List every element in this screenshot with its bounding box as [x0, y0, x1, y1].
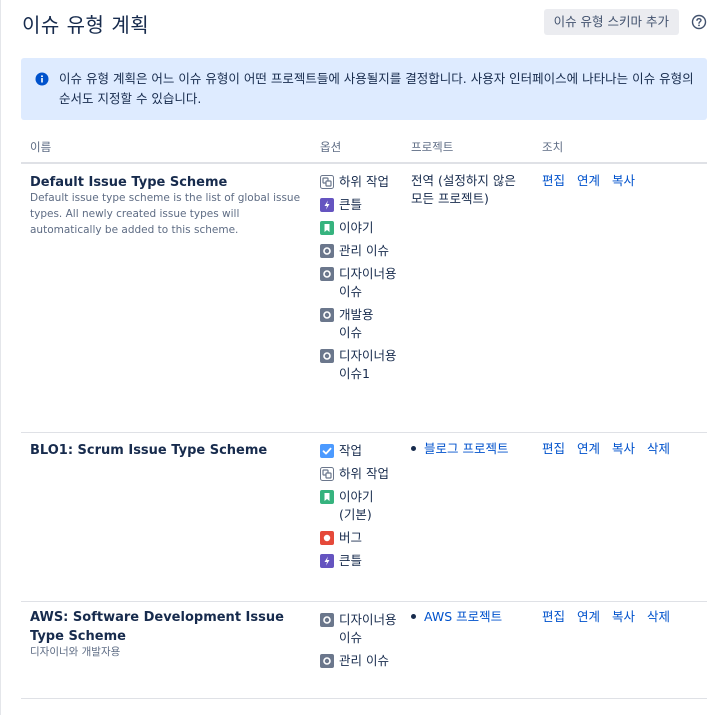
issue-type-icon [320, 244, 334, 258]
issue-type-icon [320, 613, 334, 627]
issue-type-icon [320, 349, 334, 363]
options-list: 하위 작업 큰틀 이야기 관리 이슈 디자이너용 이슈 개발용 이슈 디자이너용… [320, 173, 400, 388]
delete-link[interactable]: 삭제 [647, 609, 670, 624]
subtask-icon [320, 175, 334, 189]
option-item: 디자이너용 이슈 [320, 265, 400, 301]
option-item: 이야기 (기본) [320, 488, 400, 524]
table-row: AWS: Software Development Issue Type Sch… [21, 602, 707, 699]
column-header-projects: 프로젝트 [411, 140, 454, 154]
edit-link[interactable]: 편집 [542, 441, 565, 456]
row-actions: 편집 연계 복사 [542, 172, 647, 190]
column-header-actions: 조치 [542, 140, 564, 154]
options-list: 디자이너용 이슈 관리 이슈 [320, 611, 400, 675]
issue-type-icon [320, 654, 334, 668]
delete-link[interactable]: 삭제 [647, 441, 670, 456]
column-header-options: 옵션 [320, 140, 342, 154]
project-link[interactable]: 블로그 프로젝트 [411, 440, 508, 458]
project-link[interactable]: AWS 프로젝트 [411, 608, 502, 626]
project-scope: 전역 (설정하지 않은 모든 프로젝트) [411, 173, 516, 206]
info-banner: 이슈 유형 계획은 어느 이슈 유형이 어떤 프로젝트들에 사용될지를 결정합니… [21, 58, 707, 120]
table-row: Default Issue Type Scheme Default issue … [21, 164, 707, 433]
column-header-name: 이름 [30, 140, 52, 154]
associate-link[interactable]: 연계 [577, 173, 600, 188]
info-icon [35, 72, 49, 86]
option-item: 관리 이슈 [320, 242, 400, 260]
option-item: 관리 이슈 [320, 652, 400, 670]
epic-icon [320, 554, 334, 568]
scheme-description: 디자이너와 개발자용 [30, 646, 121, 658]
bullet [411, 446, 416, 451]
scheme-description: Default issue type scheme is the list of… [30, 192, 301, 236]
story-icon [320, 490, 334, 504]
options-list: 작업 하위 작업 이야기 (기본) 버그 큰틀 [320, 442, 400, 575]
option-item: 디자이너용 이슈 [320, 611, 400, 647]
issue-type-schemes-table: 이름 옵션 프로젝트 조치 Default Issue Type Scheme … [21, 131, 707, 699]
option-item: 개발용 이슈 [320, 306, 400, 342]
table-header: 이름 옵션 프로젝트 조치 [21, 131, 707, 164]
info-text: 이슈 유형 계획은 어느 이슈 유형이 어떤 프로젝트들에 사용될지를 결정합니… [59, 71, 694, 106]
scheme-name: BLO1: Scrum Issue Type Scheme [30, 443, 268, 458]
associate-link[interactable]: 연계 [577, 441, 600, 456]
option-item: 큰틀 [320, 196, 400, 214]
bug-icon [320, 531, 334, 545]
table-row: BLO1: Scrum Issue Type Scheme 작업 하위 작업 이… [21, 433, 707, 602]
option-item: 큰틀 [320, 552, 400, 570]
option-item: 하위 작업 [320, 173, 400, 191]
option-item: 하위 작업 [320, 465, 400, 483]
issue-type-icon [320, 308, 334, 322]
copy-link[interactable]: 복사 [612, 441, 635, 456]
add-issue-type-scheme-button[interactable]: 이슈 유형 스키마 추가 [543, 9, 679, 35]
page-title: 이슈 유형 계획 [22, 13, 150, 37]
task-icon [320, 444, 334, 458]
copy-link[interactable]: 복사 [612, 173, 635, 188]
row-actions: 편집 연계 복사 삭제 [542, 608, 682, 626]
left-border [0, 0, 1, 715]
edit-link[interactable]: 편집 [542, 609, 565, 624]
edit-link[interactable]: 편집 [542, 173, 565, 188]
issue-type-icon [320, 267, 334, 281]
epic-icon [320, 198, 334, 212]
subtask-icon [320, 467, 334, 481]
option-item: 버그 [320, 529, 400, 547]
bullet [411, 614, 416, 619]
page-header: 이슈 유형 계획 이슈 유형 스키마 추가 [22, 7, 708, 37]
question-circle-icon[interactable] [690, 13, 708, 31]
associate-link[interactable]: 연계 [577, 609, 600, 624]
option-item: 작업 [320, 442, 400, 460]
row-actions: 편집 연계 복사 삭제 [542, 440, 682, 458]
story-icon [320, 221, 334, 235]
scheme-name: AWS: Software Development Issue Type Sch… [30, 610, 284, 644]
option-item: 디자이너용 이슈1 [320, 347, 400, 383]
option-item: 이야기 [320, 219, 400, 237]
copy-link[interactable]: 복사 [612, 609, 635, 624]
